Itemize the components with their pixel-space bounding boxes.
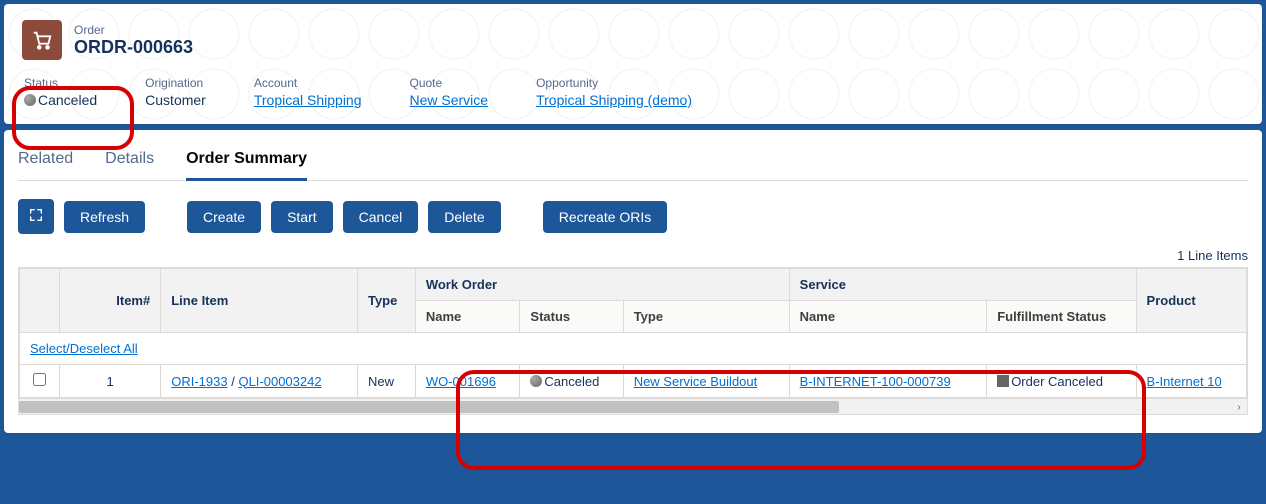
quote-link[interactable]: New Service xyxy=(410,92,489,108)
cell-item-no: 1 xyxy=(60,365,161,398)
cart-icon xyxy=(22,20,62,60)
col-service: Service xyxy=(789,269,1136,301)
col-wo-status: Status xyxy=(520,301,623,333)
col-svc-name: Name xyxy=(789,301,987,333)
order-header: Order ORDR-000663 Status Canceled Origin… xyxy=(4,4,1262,124)
account-link[interactable]: Tropical Shipping xyxy=(254,92,362,108)
row-checkbox[interactable] xyxy=(33,373,46,386)
field-account: Account Tropical Shipping xyxy=(254,76,362,108)
expand-button[interactable] xyxy=(18,199,54,234)
ori-link[interactable]: ORI-1933 xyxy=(171,374,227,389)
field-quote: Quote New Service xyxy=(410,76,489,108)
qli-link[interactable]: QLI-00003242 xyxy=(238,374,321,389)
tab-order-summary[interactable]: Order Summary xyxy=(186,142,307,181)
cell-type: New xyxy=(357,365,415,398)
col-fulfillment: Fulfillment Status xyxy=(987,301,1136,333)
line-item-count: 1 Line Items xyxy=(18,248,1248,263)
col-wo-name: Name xyxy=(415,301,520,333)
create-button[interactable]: Create xyxy=(187,201,261,233)
col-product: Product xyxy=(1136,269,1246,333)
start-button[interactable]: Start xyxy=(271,201,333,233)
delete-button[interactable]: Delete xyxy=(428,201,500,233)
col-item-no: Item# xyxy=(60,269,161,333)
opportunity-link[interactable]: Tropical Shipping (demo) xyxy=(536,92,692,108)
tabs: Related Details Order Summary xyxy=(18,142,1248,181)
annotation-status-highlight xyxy=(12,86,134,150)
expand-icon xyxy=(28,207,44,223)
entity-label: Order xyxy=(74,23,193,37)
col-wo-type: Type xyxy=(623,301,789,333)
annotation-row-highlight xyxy=(456,370,1146,470)
page-title: ORDR-000663 xyxy=(74,37,193,58)
col-type: Type xyxy=(357,269,415,333)
col-line-item: Line Item xyxy=(161,269,358,333)
product-link[interactable]: B-Internet 10 xyxy=(1147,374,1222,389)
recreate-oris-button[interactable]: Recreate ORIs xyxy=(543,201,668,233)
select-all-row: Select/Deselect All xyxy=(20,333,1247,365)
field-origination: Origination Customer xyxy=(145,76,206,108)
select-deselect-all-link[interactable]: Select/Deselect All xyxy=(30,341,138,356)
refresh-button[interactable]: Refresh xyxy=(64,201,145,233)
cancel-button[interactable]: Cancel xyxy=(343,201,419,233)
col-work-order: Work Order xyxy=(415,269,789,301)
cell-line-item: ORI-1933 / QLI-00003242 xyxy=(161,365,358,398)
scroll-right-icon[interactable]: › xyxy=(1231,399,1247,415)
action-bar: Refresh Create Start Cancel Delete Recre… xyxy=(18,199,1248,234)
field-opportunity: Opportunity Tropical Shipping (demo) xyxy=(536,76,692,108)
